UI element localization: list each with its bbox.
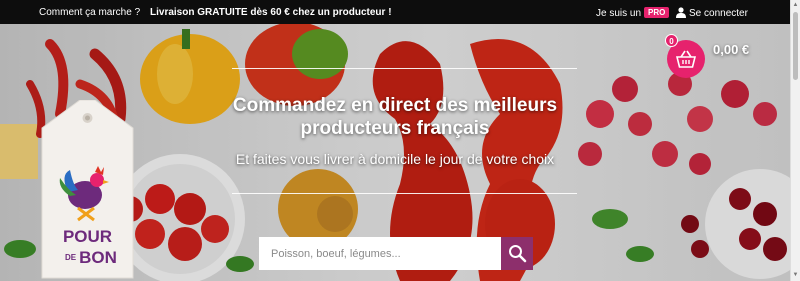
cart-total: 0,00 € xyxy=(713,42,750,57)
pro-badge: PRO xyxy=(644,7,670,18)
scroll-down-arrow[interactable]: ▼ xyxy=(792,272,799,279)
hero-divider-top xyxy=(232,68,577,69)
page-scrollbar[interactable]: ▲ ▼ xyxy=(790,0,800,281)
cart-count-badge: 0 xyxy=(665,34,678,47)
search-bar xyxy=(259,237,533,270)
logo-text-pour: POUR xyxy=(63,227,112,246)
search-icon xyxy=(509,245,527,263)
logo-text-bon: BON xyxy=(79,248,117,267)
user-icon xyxy=(676,7,686,18)
basket-icon xyxy=(676,50,696,68)
search-input[interactable] xyxy=(259,237,501,270)
top-bar: Comment ça marche ? Livraison GRATUITE d… xyxy=(0,0,790,24)
free-shipping-notice: Livraison GRATUITE dès 60 € chez un prod… xyxy=(150,7,392,18)
hero-title: Commandez en direct des meilleurs produc… xyxy=(232,95,558,139)
scrollbar-thumb[interactable] xyxy=(793,12,798,80)
cart-button[interactable]: 0 0,00 € xyxy=(665,34,775,78)
login-link[interactable]: Se connecter xyxy=(676,7,748,19)
hero-banner: Commandez en direct des meilleurs produc… xyxy=(0,24,790,281)
logo-text-de: DE xyxy=(65,253,77,262)
pourdebon-logo[interactable]: POUR DE BON xyxy=(40,100,135,280)
producer-link-label: Je suis un xyxy=(596,8,642,19)
how-it-works-link[interactable]: Comment ça marche ? xyxy=(39,7,140,18)
search-button[interactable] xyxy=(501,237,533,270)
login-label: Se connecter xyxy=(689,8,748,19)
hero-subtitle: Et faites vous livrer à domicile le jour… xyxy=(235,151,555,167)
scroll-up-arrow[interactable]: ▲ xyxy=(792,2,799,9)
hero-divider-bottom xyxy=(232,193,577,194)
producer-link[interactable]: Je suis un PRO xyxy=(596,7,670,19)
